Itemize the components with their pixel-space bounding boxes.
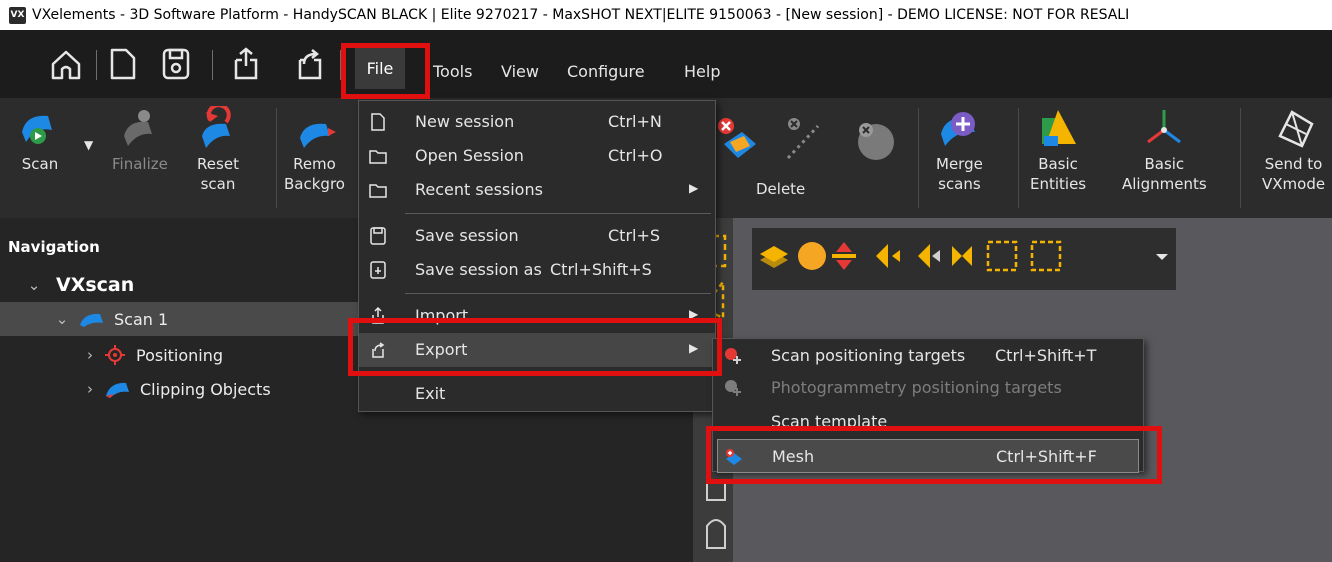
remove-background-icon	[300, 123, 337, 148]
scan-positioning-targets-shortcut: Ctrl+Shift+T	[995, 346, 1097, 365]
ribbon-separator	[918, 108, 919, 208]
new-session-shortcut: Ctrl+N	[608, 112, 662, 131]
open-session-shortcut: Ctrl+O	[608, 146, 663, 165]
highlight-export-item	[348, 318, 722, 376]
recent-sessions-label: Recent sessions	[415, 180, 543, 199]
navigation-title: Navigation	[8, 238, 100, 256]
remove-background-button[interactable]: Remo Backgro	[284, 106, 345, 194]
ribbon-separator	[276, 108, 277, 208]
menu-item-recent-sessions[interactable]: Recent sessions ▶	[359, 173, 715, 207]
clipping-objects-label: Clipping Objects	[140, 379, 271, 399]
exit-label: Exit	[415, 384, 446, 403]
new-session-label: New session	[415, 112, 515, 131]
new-file-icon[interactable]	[104, 46, 140, 82]
basic-entities-button[interactable]: Basic Entities	[1030, 106, 1086, 194]
save-icon[interactable]	[158, 46, 194, 82]
highlight-file-menu	[341, 43, 430, 99]
basic-entities-label: Basic Entities	[1030, 155, 1087, 193]
finalize-button: Finalize	[112, 106, 168, 174]
delete-points-icon[interactable]	[778, 114, 828, 164]
menu-item-save-session[interactable]: Save session Ctrl+S	[359, 219, 715, 253]
basic-alignments-label: Basic Alignments	[1122, 155, 1207, 193]
menu-tools[interactable]: Tools	[433, 62, 472, 81]
import-icon[interactable]	[226, 46, 262, 82]
delete-targets-icon[interactable]	[848, 114, 898, 164]
send-to-vxmodel-icon	[1277, 110, 1314, 148]
toolbar-separator	[96, 50, 97, 80]
delete-selection-icon[interactable]	[712, 114, 762, 164]
app-logo-icon: VX	[9, 6, 26, 24]
positioning-targets-icon	[725, 348, 741, 364]
clipping-objects-icon	[106, 382, 129, 398]
finalize-label: Finalize	[112, 155, 168, 173]
save-as-icon	[370, 261, 386, 279]
menu-separator	[405, 293, 711, 294]
open-session-label: Open Session	[415, 146, 524, 165]
scan-icon	[22, 115, 52, 144]
merge-scans-label: Merge scans	[936, 155, 983, 193]
photogrammetry-targets-icon	[725, 380, 741, 396]
menu-configure[interactable]: Configure	[567, 62, 645, 81]
menu-item-photogrammetry-positioning-targets: Photogrammetry positioning targets	[713, 371, 1143, 405]
app-window: VX VXelements - 3D Software Platform - H…	[0, 0, 1332, 562]
save-session-as-shortcut: Ctrl+Shift+S	[550, 260, 652, 279]
reset-scan-button[interactable]: Reset scan	[196, 106, 240, 194]
chevron-down-icon[interactable]: ⌄	[24, 276, 44, 294]
save-session-as-label: Save session as	[415, 260, 542, 279]
folder-icon	[369, 184, 387, 198]
positioning-icon	[105, 345, 125, 365]
send-to-vxmodel-button[interactable]: Send to VXmode	[1262, 106, 1325, 194]
menu-view[interactable]: View	[501, 62, 539, 81]
reset-scan-icon	[202, 106, 231, 148]
menu-item-new-session[interactable]: New session Ctrl+N	[359, 105, 715, 139]
chevron-down-icon[interactable]: ⌄	[52, 310, 72, 328]
menu-item-save-session-as[interactable]: Save session as Ctrl+Shift+S	[359, 253, 715, 287]
basic-alignments-button[interactable]: Basic Alignments	[1122, 106, 1207, 194]
chevron-right-icon[interactable]: ›	[80, 380, 100, 398]
menu-item-exit[interactable]: Exit	[359, 377, 715, 411]
chevron-right-icon[interactable]: ›	[80, 346, 100, 364]
delete-group-label: Delete	[756, 180, 806, 198]
folder-icon	[369, 150, 387, 164]
save-session-label: Save session	[415, 226, 519, 245]
scan-item-icon	[80, 313, 103, 327]
merge-scans-icon	[941, 112, 976, 146]
title-bar: VX VXelements - 3D Software Platform - H…	[0, 0, 1332, 30]
remove-background-label: Remo Backgro	[284, 155, 345, 193]
basic-entities-icon	[1042, 110, 1077, 146]
scan-button[interactable]: Scan	[18, 106, 62, 174]
ribbon-separator	[1018, 108, 1019, 208]
send-to-vxmodel-label: Send to VXmode	[1262, 155, 1326, 193]
positioning-label: Positioning	[136, 345, 224, 365]
export-icon[interactable]	[290, 46, 326, 82]
scan-positioning-targets-label: Scan positioning targets	[771, 346, 966, 365]
reset-scan-label: Reset scan	[197, 155, 239, 193]
new-file-icon	[371, 113, 385, 131]
scan-dropdown-icon[interactable]: ▼	[84, 138, 93, 152]
photogrammetry-positioning-targets-label: Photogrammetry positioning targets	[771, 378, 1062, 397]
submenu-arrow-icon: ▶	[689, 181, 699, 195]
window-title: VXelements - 3D Software Platform - Hand…	[32, 7, 1130, 23]
menu-bar: File Tools View Configure Help	[0, 30, 1332, 98]
menu-item-scan-positioning-targets[interactable]: Scan positioning targets Ctrl+Shift+T	[713, 339, 1143, 373]
menu-item-open-session[interactable]: Open Session Ctrl+O	[359, 139, 715, 173]
finalize-icon	[123, 110, 152, 146]
basic-alignments-icon	[1147, 110, 1182, 144]
highlight-mesh-item	[706, 426, 1162, 484]
scan-item-label: Scan 1	[114, 309, 169, 329]
menu-help[interactable]: Help	[684, 62, 720, 81]
toolbar-separator	[212, 50, 213, 80]
menu-separator	[405, 213, 711, 214]
tree-root-label: VXscan	[56, 274, 135, 296]
home-icon[interactable]	[48, 46, 84, 82]
merge-scans-button[interactable]: Merge scans	[936, 106, 983, 194]
viewport-selection-toolbar	[752, 228, 1176, 290]
save-icon	[370, 227, 386, 245]
ribbon-separator	[1240, 108, 1241, 208]
save-session-shortcut: Ctrl+S	[608, 226, 661, 245]
scan-label: Scan	[21, 155, 59, 173]
